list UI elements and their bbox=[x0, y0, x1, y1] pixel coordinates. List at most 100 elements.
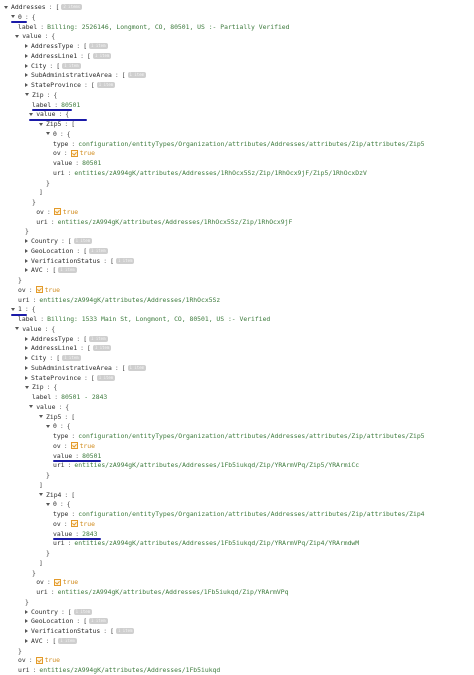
expand-arrow-icon[interactable] bbox=[25, 258, 28, 263]
item-count-badge: 1 item bbox=[89, 618, 108, 625]
attr-avc[interactable]: AVC:[1 item bbox=[25, 637, 77, 646]
zip-sub-item[interactable]: 0:{ bbox=[46, 130, 71, 139]
colon-separator: : bbox=[24, 305, 29, 314]
collapse-arrow-icon[interactable] bbox=[39, 122, 43, 126]
collapse-arrow-icon[interactable] bbox=[25, 385, 29, 389]
zip-sub-zip4[interactable]: Zip4:[ bbox=[39, 491, 75, 500]
expand-arrow-icon[interactable] bbox=[25, 63, 28, 68]
uri-key: uri bbox=[36, 217, 48, 226]
type-row: type: configuration/entityTypes/Organizat… bbox=[53, 510, 425, 519]
collapse-arrow-icon[interactable] bbox=[46, 132, 50, 136]
expand-arrow-icon[interactable] bbox=[25, 375, 28, 380]
attr-country[interactable]: Country:[1 item bbox=[25, 237, 93, 246]
expand-arrow-icon[interactable] bbox=[25, 638, 28, 643]
attr-addressline1[interactable]: AddressLine1:[1 item bbox=[25, 52, 112, 61]
attr-verificationstatus[interactable]: VerificationStatus:[1 item bbox=[25, 256, 135, 266]
annotation-underline bbox=[11, 313, 27, 316]
zip-sub-zip5[interactable]: Zip5:[ bbox=[39, 413, 75, 422]
checkbox-icon[interactable] bbox=[70, 442, 78, 450]
zip-node[interactable]: Zip:{ bbox=[25, 91, 57, 100]
collapse-arrow-icon[interactable] bbox=[39, 493, 43, 496]
collapse-arrow-icon[interactable] bbox=[39, 415, 43, 418]
expand-arrow-icon[interactable] bbox=[25, 239, 28, 243]
expand-arrow-icon[interactable] bbox=[25, 44, 28, 48]
collapse-arrow-icon[interactable] bbox=[25, 93, 29, 97]
expand-arrow-icon[interactable] bbox=[25, 609, 28, 614]
checkbox-icon[interactable] bbox=[70, 149, 78, 157]
collapse-arrow-icon[interactable] bbox=[29, 112, 34, 116]
expand-arrow-icon[interactable] bbox=[25, 83, 28, 87]
attribute-name: VerificationStatus bbox=[31, 256, 101, 265]
colon-separator: : bbox=[67, 539, 72, 548]
expand-arrow-icon[interactable] bbox=[25, 268, 28, 273]
collapse-arrow-icon[interactable] bbox=[46, 424, 50, 428]
annotation-underline bbox=[29, 118, 88, 121]
checkbox-icon[interactable] bbox=[35, 656, 43, 664]
open-brace: { bbox=[65, 110, 70, 119]
checkbox-icon[interactable] bbox=[35, 286, 43, 294]
attr-avc[interactable]: AVC:[1 item bbox=[25, 266, 77, 275]
attr-geolocation[interactable]: GeoLocation:[1 item bbox=[25, 247, 108, 256]
checkbox-icon[interactable] bbox=[70, 520, 78, 528]
zip-sub-item[interactable]: 0:{ bbox=[46, 422, 71, 431]
attr-verificationstatus[interactable]: VerificationStatus:[1 item bbox=[25, 627, 135, 636]
attribute-name: AddressLine1 bbox=[31, 344, 78, 353]
item-index: 1 bbox=[18, 305, 22, 314]
collapse-arrow-icon[interactable] bbox=[4, 5, 8, 9]
addresses-node[interactable]: Addresses:[2 items bbox=[4, 3, 83, 12]
collapse-arrow-icon[interactable] bbox=[15, 34, 20, 38]
open-bracket: [ bbox=[90, 373, 95, 382]
value-node[interactable]: value:{ bbox=[15, 325, 55, 334]
open-bracket: [ bbox=[52, 266, 57, 275]
zip-sub-zip5[interactable]: Zip5:[ bbox=[39, 120, 75, 129]
collapse-arrow-icon[interactable] bbox=[11, 15, 15, 19]
attr-city[interactable]: City:[1 item bbox=[25, 354, 81, 363]
expand-arrow-icon[interactable] bbox=[25, 365, 28, 370]
attr-addresstype[interactable]: AddressType:[1 item bbox=[25, 335, 108, 344]
attr-country[interactable]: Country:[1 item bbox=[25, 608, 93, 617]
collapse-arrow-icon[interactable] bbox=[29, 405, 34, 409]
expand-arrow-icon[interactable] bbox=[25, 356, 28, 360]
zip-value-node[interactable]: value:{ bbox=[29, 403, 69, 412]
checkbox-icon[interactable] bbox=[53, 578, 61, 586]
close-bracket-row: ] bbox=[39, 188, 43, 197]
item-count-badge: 1 item bbox=[58, 267, 77, 274]
label-key: label bbox=[18, 315, 38, 323]
expand-arrow-icon[interactable] bbox=[25, 73, 28, 78]
zip-value-node[interactable]: value:{ bbox=[29, 110, 69, 119]
attr-addresstype[interactable]: AddressType:[1 item bbox=[25, 42, 108, 51]
expand-arrow-icon[interactable] bbox=[25, 248, 28, 253]
collapse-arrow-icon[interactable] bbox=[46, 502, 50, 506]
attr-city[interactable]: City:[1 item bbox=[25, 62, 81, 71]
attr-stateprovince[interactable]: StateProvince:[1 item bbox=[25, 81, 116, 90]
item-count-badge: 1 item bbox=[89, 43, 108, 49]
value-node[interactable]: value:{ bbox=[15, 32, 55, 41]
attribute-name: AVC bbox=[31, 636, 43, 645]
expand-arrow-icon[interactable] bbox=[25, 629, 28, 633]
expand-arrow-icon[interactable] bbox=[25, 53, 28, 58]
attr-geolocation[interactable]: GeoLocation:[1 item bbox=[25, 617, 108, 626]
colon-separator: : bbox=[59, 129, 64, 138]
boolean-value: true bbox=[79, 149, 95, 158]
colon-separator: : bbox=[63, 519, 68, 528]
address-item-1[interactable]: 1:{ bbox=[11, 305, 36, 314]
colon-separator: : bbox=[46, 578, 51, 587]
checkbox-icon[interactable] bbox=[53, 208, 61, 216]
zip-sub-item[interactable]: 0:{ bbox=[46, 500, 71, 509]
item-index: 0 bbox=[53, 129, 57, 138]
uri-value: entities/zA994gK/attributes/Addresses/1F… bbox=[74, 539, 360, 548]
attr-subadministrativearea[interactable]: SubAdministrativeArea:[1 item bbox=[25, 364, 146, 373]
open-brace: { bbox=[31, 305, 36, 314]
attr-addressline1[interactable]: AddressLine1:[1 item bbox=[25, 344, 112, 353]
close-brace-row: } bbox=[18, 647, 22, 656]
collapse-arrow-icon[interactable] bbox=[15, 327, 20, 331]
zip-node[interactable]: Zip:{ bbox=[25, 383, 57, 392]
colon-separator: : bbox=[32, 666, 37, 674]
collapse-arrow-icon[interactable] bbox=[11, 307, 15, 311]
expand-arrow-icon[interactable] bbox=[25, 619, 28, 624]
annotation-underline bbox=[11, 21, 27, 24]
expand-arrow-icon[interactable] bbox=[25, 336, 28, 341]
attr-stateprovince[interactable]: StateProvince:[1 item bbox=[25, 373, 116, 383]
expand-arrow-icon[interactable] bbox=[25, 346, 28, 351]
attr-subadministrativearea[interactable]: SubAdministrativeArea:[1 item bbox=[25, 71, 146, 80]
